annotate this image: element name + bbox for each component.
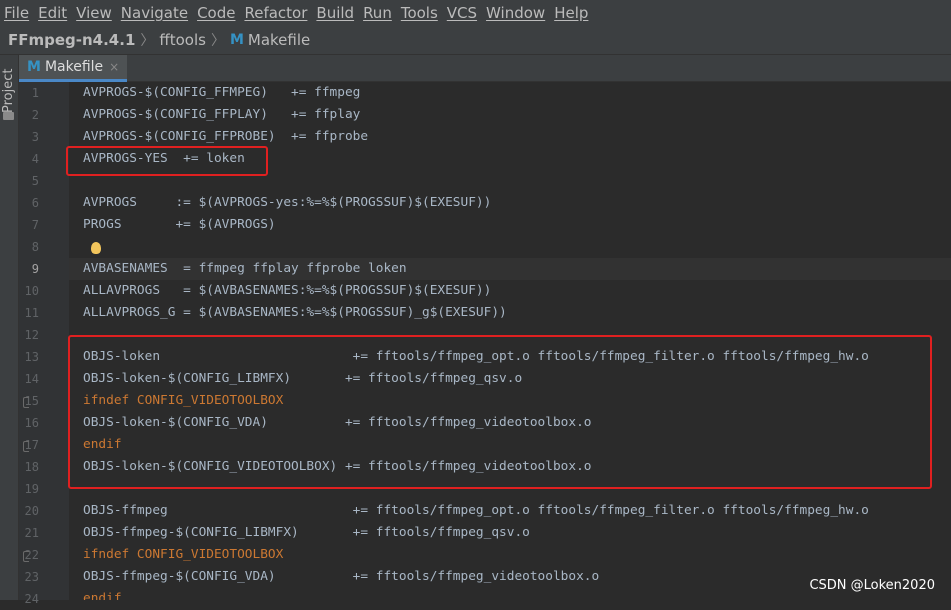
line-number: 11	[24, 306, 39, 320]
code-line[interactable]: ALLAVPROGS = $(AVBASENAMES:%=%$(PROGSSUF…	[83, 280, 491, 302]
menu-bar: File Edit View Navigate Code Refactor Bu…	[0, 0, 951, 26]
line-number: 14	[24, 372, 39, 386]
line-number: 16	[24, 416, 39, 430]
breadcrumb-folder[interactable]: fftools	[159, 31, 206, 49]
annotation-box-objs-loken	[68, 335, 932, 489]
menu-navigate[interactable]: Navigate	[117, 4, 193, 22]
breadcrumb-project[interactable]: FFmpeg-n4.4.1	[8, 31, 135, 49]
line-number: 24	[24, 592, 39, 606]
line-number: 13	[24, 350, 39, 364]
line-number: 3	[31, 130, 39, 144]
code-line[interactable]: PROGS += $(AVPROGS)	[83, 214, 276, 236]
line-number: 12	[24, 328, 39, 342]
line-number: 15	[24, 394, 39, 408]
line-number: 6	[31, 196, 39, 210]
chevron-right-icon: 〉	[140, 33, 155, 49]
makefile-m-icon: M	[27, 59, 41, 75]
left-tool-strip: Project	[0, 55, 19, 600]
line-number: 17	[24, 438, 39, 452]
line-number: 8	[31, 240, 39, 254]
line-number: 4	[31, 152, 39, 166]
line-number-current: 9	[31, 262, 39, 276]
editor-tab-bar: M Makefile ×	[19, 55, 951, 82]
line-number: 18	[24, 460, 39, 474]
code-line[interactable]: OBJS-ffmpeg-$(CONFIG_VDA) += fftools/ffm…	[83, 566, 599, 588]
line-number: 1	[31, 86, 39, 100]
code-line[interactable]: AVPROGS-$(CONFIG_FFPROBE) += ffprobe	[83, 126, 368, 148]
close-icon[interactable]: ×	[109, 60, 119, 74]
code-line[interactable]: AVPROGS-$(CONFIG_FFMPEG) += ffmpeg	[83, 82, 360, 104]
code-line[interactable]: AVPROGS := $(AVPROGS-yes:%=%$(PROGSSUF)$…	[83, 192, 491, 214]
fold-marker-icon[interactable]	[23, 397, 29, 408]
fold-marker-icon[interactable]	[23, 441, 29, 452]
line-number: 20	[24, 504, 39, 518]
menu-vcs[interactable]: VCS	[443, 4, 482, 22]
watermark: CSDN @Loken2020	[809, 578, 935, 593]
menu-view[interactable]: View	[72, 4, 117, 22]
menu-help[interactable]: Help	[550, 4, 593, 22]
line-number: 19	[24, 482, 39, 496]
chevron-right-icon: 〉	[210, 33, 225, 49]
menu-refactor[interactable]: Refactor	[240, 4, 312, 22]
tab-makefile[interactable]: M Makefile ×	[19, 55, 127, 82]
menu-tools[interactable]: Tools	[397, 4, 443, 22]
code-line-directive[interactable]: endif	[83, 588, 122, 600]
code-line[interactable]: OBJS-ffmpeg += fftools/ffmpeg_opt.o ffto…	[83, 500, 869, 522]
code-line[interactable]: ALLAVPROGS_G = $(AVBASENAMES:%=%$(PROGSS…	[83, 302, 507, 324]
menu-window[interactable]: Window	[482, 4, 550, 22]
code-line[interactable]: AVBASENAMES = ffmpeg ffplay ffprobe loke…	[83, 258, 407, 280]
breadcrumb: FFmpeg-n4.4.1 〉 fftools 〉 M Makefile	[0, 26, 951, 55]
code-line-directive[interactable]: ifndef CONFIG_VIDEOTOOLBOX	[83, 544, 283, 566]
annotation-box-avprogs	[66, 146, 268, 176]
menu-file[interactable]: File	[0, 4, 34, 22]
project-tool-button[interactable]: Project	[1, 63, 17, 113]
tab-label: Makefile	[44, 59, 104, 75]
menu-edit[interactable]: Edit	[34, 4, 72, 22]
breadcrumb-file[interactable]: Makefile	[248, 31, 310, 49]
menu-code[interactable]: Code	[193, 4, 240, 22]
line-number: 23	[24, 570, 39, 584]
lightbulb-icon[interactable]	[91, 242, 101, 254]
code-line[interactable]: AVPROGS-$(CONFIG_FFPLAY) += ffplay	[83, 104, 360, 126]
line-number: 5	[31, 174, 39, 188]
line-number: 7	[31, 218, 39, 232]
line-number: 10	[24, 284, 39, 298]
line-number: 21	[24, 526, 39, 540]
code-line[interactable]: OBJS-ffmpeg-$(CONFIG_LIBMFX) += fftools/…	[83, 522, 530, 544]
line-number: 2	[31, 108, 39, 122]
folder-icon[interactable]	[3, 112, 14, 120]
line-number: 22	[24, 548, 39, 562]
menu-run[interactable]: Run	[359, 4, 397, 22]
makefile-m-icon: M	[229, 32, 244, 48]
line-number-gutter: 1 2 3 4 5 6 7 8 9 10 11 12 13 14 15 16 1…	[19, 82, 69, 606]
fold-marker-icon[interactable]	[23, 551, 29, 562]
menu-build[interactable]: Build	[312, 4, 359, 22]
